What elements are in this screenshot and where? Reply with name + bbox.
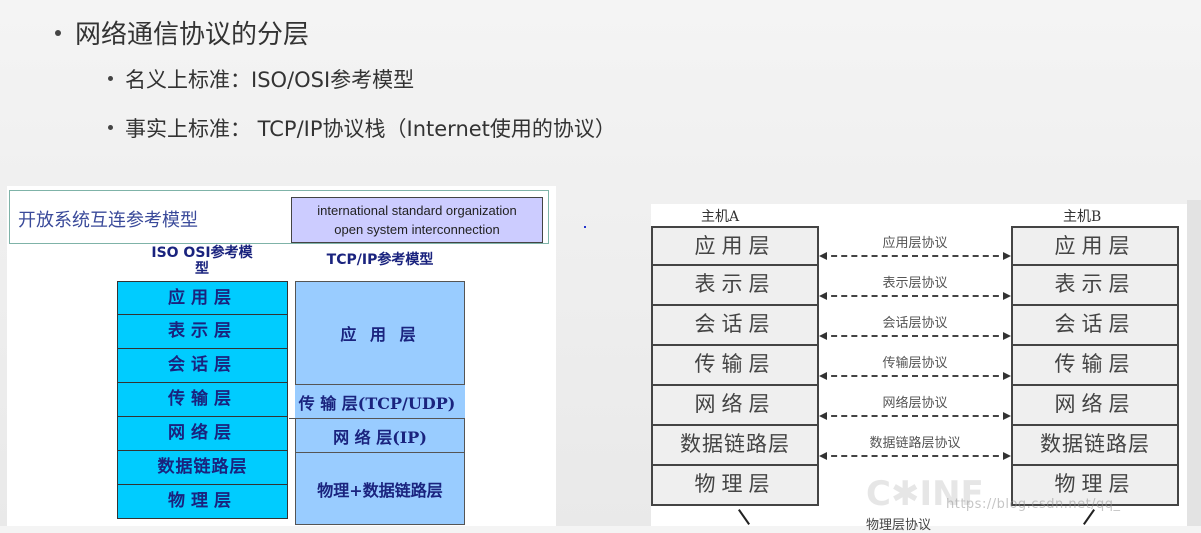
protocol-link: 网络层协议 bbox=[819, 386, 1011, 426]
bullet-sub-text: 名义上标准：ISO/OSI参考模型 bbox=[125, 68, 415, 92]
host-b-layer: 会话层 bbox=[1011, 306, 1179, 346]
protocol-link: 传输层协议 bbox=[819, 346, 1011, 386]
protocol-label: 表示层协议 bbox=[882, 276, 948, 291]
dashed-arrow-line bbox=[821, 335, 1009, 337]
dashed-arrow-line bbox=[821, 415, 1009, 417]
tcp-layer-network: 网 络 层(IP) bbox=[295, 419, 465, 453]
osi-tcp-comparison-diagram: 开放系统互连参考模型 international standard organi… bbox=[7, 186, 556, 526]
bullet-sub-text: 事实上标准： TCP/IP协议栈（Internet使用的协议） bbox=[125, 117, 616, 141]
protocol-link: 表示层协议 bbox=[819, 266, 1011, 306]
arrow-right-icon bbox=[1003, 252, 1011, 260]
host-b-layer: 数据链路层 bbox=[1011, 426, 1179, 466]
osi-layer-stack: 应用层 表示层 会话层 传输层 网络层 数据链路层 物理层 bbox=[117, 281, 288, 519]
arrow-left-icon bbox=[819, 252, 827, 260]
arrow-right-icon bbox=[1003, 292, 1011, 300]
tcp-layer-stack: 应 用 层 传 输 层(TCP/UDP) 网 络 层(IP) 物理+数据链路层 bbox=[289, 281, 465, 525]
protocol-link: 数据链路层协议 bbox=[819, 426, 1011, 466]
host-b-layer: 传输层 bbox=[1011, 346, 1179, 386]
osi-column-heading: ISO OSI参考模 型 bbox=[137, 245, 267, 277]
host-a-layer: 数据链路层 bbox=[651, 426, 819, 466]
bullet-sub: 名义上标准：ISO/OSI参考模型 bbox=[108, 64, 414, 94]
host-b-layer: 表示层 bbox=[1011, 266, 1179, 306]
slide-edge bbox=[1187, 200, 1201, 526]
arrow-right-icon bbox=[1003, 412, 1011, 420]
bullet-main-text: 网络通信协议的分层 bbox=[75, 20, 310, 50]
tcp-layer-application: 应 用 层 bbox=[295, 281, 465, 385]
host-a-layer: 会话层 bbox=[651, 306, 819, 346]
host-b-label: 主机B bbox=[1063, 209, 1102, 225]
protocol-label: 会话层协议 bbox=[882, 316, 948, 331]
osi-heading-line: ISO OSI参考模 bbox=[151, 245, 253, 261]
protocol-link: 会话层协议 bbox=[819, 306, 1011, 346]
protocol-label: 数据链路层协议 bbox=[869, 436, 961, 451]
stray-dot bbox=[584, 226, 586, 228]
tcp-layer-transport: 传 输 层(TCP/UDP) bbox=[289, 385, 465, 419]
host-a-label: 主机A bbox=[701, 209, 740, 225]
dashed-arrow-line bbox=[821, 375, 1009, 377]
dashed-arrow-line bbox=[821, 255, 1009, 257]
protocol-label: 网络层协议 bbox=[882, 396, 948, 411]
host-a-layer: 物理层 bbox=[651, 466, 819, 506]
physical-link-pointer-a bbox=[738, 509, 750, 525]
arrow-left-icon bbox=[819, 372, 827, 380]
osi-layer: 数据链路层 bbox=[117, 451, 288, 485]
osi-layer: 网络层 bbox=[117, 417, 288, 451]
host-b-stack: 应用层 表示层 会话层 传输层 网络层 数据链路层 物理层 bbox=[1011, 226, 1179, 506]
arrow-left-icon bbox=[819, 332, 827, 340]
host-a-layer: 网络层 bbox=[651, 386, 819, 426]
arrow-right-icon bbox=[1003, 372, 1011, 380]
protocol-link: 应用层协议 bbox=[819, 226, 1011, 266]
protocol-label: 传输层协议 bbox=[882, 356, 948, 371]
host-b-layer: 网络层 bbox=[1011, 386, 1179, 426]
arrow-left-icon bbox=[819, 292, 827, 300]
bullet-dot-icon bbox=[108, 124, 113, 130]
host-communication-diagram: 主机A 主机B 应用层 表示层 会话层 传输层 网络层 数据链路层 物理层 应用… bbox=[651, 204, 1187, 533]
osi-layer: 表示层 bbox=[117, 315, 288, 349]
arrow-left-icon bbox=[819, 412, 827, 420]
english-note-line: international standard organization bbox=[317, 203, 517, 218]
host-a-layer: 表示层 bbox=[651, 266, 819, 306]
dashed-arrow-line bbox=[821, 295, 1009, 297]
host-a-layer: 应用层 bbox=[651, 226, 819, 266]
tcp-layer-physical-datalink: 物理+数据链路层 bbox=[295, 453, 465, 525]
english-note-box: international standard organization open… bbox=[291, 197, 543, 243]
host-a-layer: 传输层 bbox=[651, 346, 819, 386]
arrow-left-icon bbox=[819, 452, 827, 460]
osi-layer: 会话层 bbox=[117, 349, 288, 383]
protocol-label: 应用层协议 bbox=[882, 236, 948, 251]
host-b-layer: 应用层 bbox=[1011, 226, 1179, 266]
bullet-dot-icon bbox=[55, 29, 61, 36]
diagram-title: 开放系统互连参考模型 bbox=[18, 210, 198, 231]
osi-layer: 应用层 bbox=[117, 281, 288, 315]
host-a-stack: 应用层 表示层 会话层 传输层 网络层 数据链路层 物理层 bbox=[651, 226, 819, 506]
osi-layer: 物理层 bbox=[117, 485, 288, 519]
tcp-column-heading: TCP/IP参考模型 bbox=[326, 252, 434, 268]
osi-layer: 传输层 bbox=[117, 383, 288, 417]
english-note-line: open system interconnection bbox=[334, 222, 500, 237]
arrow-right-icon bbox=[1003, 452, 1011, 460]
physical-protocol-label: 物理层协议 bbox=[866, 518, 932, 533]
arrow-right-icon bbox=[1003, 332, 1011, 340]
osi-heading-line: 型 bbox=[195, 261, 209, 277]
bullet-dot-icon bbox=[108, 75, 113, 81]
bullet-main: 网络通信协议的分层 bbox=[55, 14, 309, 51]
bullet-sub: 事实上标准： TCP/IP协议栈（Internet使用的协议） bbox=[108, 113, 616, 143]
dashed-arrow-line bbox=[821, 455, 1009, 457]
